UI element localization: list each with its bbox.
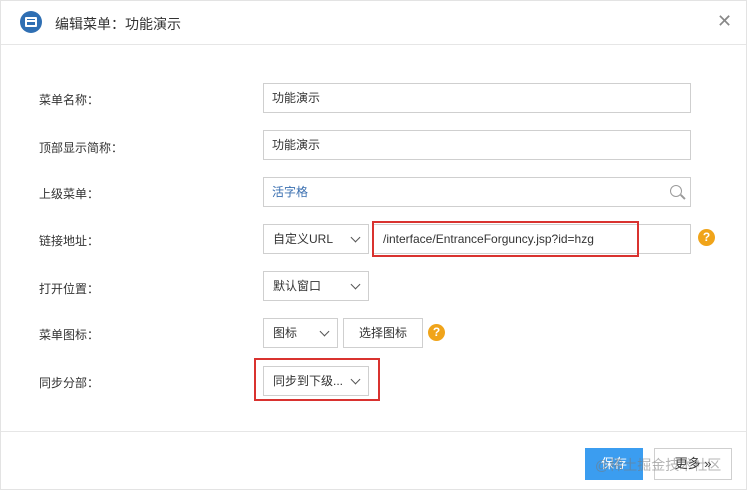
display-name-label: 顶部显示简称： xyxy=(39,141,124,155)
open-position-select[interactable]: 默认窗口 xyxy=(263,271,369,301)
dialog-title: 编辑菜单：功能演示 xyxy=(55,16,181,32)
link-type-value: 自定义URL xyxy=(273,232,334,246)
icon-type-value: 图标 xyxy=(273,326,298,340)
parent-menu-value: 活字格 xyxy=(272,185,309,199)
parent-menu-label: 上级菜单： xyxy=(39,187,100,201)
more-button[interactable]: 更多 » xyxy=(654,448,732,480)
close-icon[interactable]: ✕ xyxy=(717,12,733,30)
sync-branch-label: 同步分部： xyxy=(39,376,100,390)
chevron-down-icon xyxy=(350,374,361,385)
menu-name-label: 菜单名称： xyxy=(39,93,100,107)
link-type-select[interactable]: 自定义URL xyxy=(263,224,369,254)
menu-edit-icon xyxy=(20,11,42,33)
chevron-down-icon xyxy=(350,232,361,243)
choose-icon-button[interactable]: 选择图标 xyxy=(343,318,423,348)
sync-branch-value: 同步到下级... xyxy=(273,374,344,388)
save-button[interactable]: 保存 xyxy=(585,448,643,480)
open-position-value: 默认窗口 xyxy=(273,279,322,293)
display-name-input[interactable]: 功能演示 xyxy=(263,130,691,160)
menu-name-input[interactable]: 功能演示 xyxy=(263,83,691,113)
icon-type-select[interactable]: 图标 xyxy=(263,318,338,348)
link-help-icon[interactable]: ? xyxy=(698,229,715,246)
link-address-label: 链接地址： xyxy=(39,234,100,248)
icon-help-icon[interactable]: ? xyxy=(428,324,445,341)
dialog-header: 编辑菜单：功能演示 ✕ xyxy=(1,1,746,45)
chevron-down-icon xyxy=(350,279,361,290)
edit-menu-dialog: 编辑菜单：功能演示 ✕ 菜单名称： 功能演示 顶部显示简称： 功能演示 上级菜单… xyxy=(0,0,747,490)
search-icon[interactable] xyxy=(670,185,682,197)
sync-branch-select[interactable]: 同步到下级... xyxy=(263,366,369,396)
open-position-label: 打开位置： xyxy=(39,282,100,296)
menu-icon-label: 菜单图标： xyxy=(39,328,100,342)
parent-menu-picker[interactable]: 活字格 xyxy=(263,177,691,207)
chevron-down-icon xyxy=(319,326,330,337)
link-url-input[interactable]: /interface/EntranceForguncy.jsp?id=hzg xyxy=(372,224,691,254)
footer-divider xyxy=(1,431,746,432)
